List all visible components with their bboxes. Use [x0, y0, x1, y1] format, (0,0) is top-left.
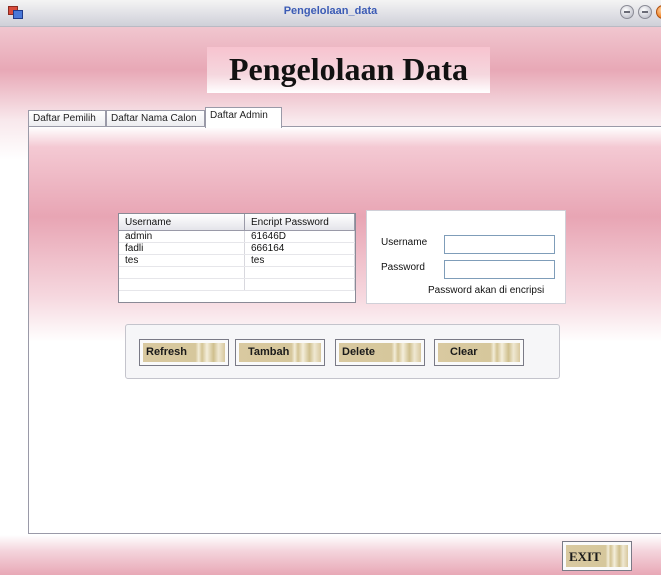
title-bar[interactable]: Pengelolaan_data [0, 0, 661, 27]
table-row[interactable] [119, 266, 355, 279]
cell-username[interactable] [119, 278, 245, 291]
cell-username[interactable]: fadli [119, 242, 245, 255]
page-title: Pengelolaan Data [228, 51, 469, 87]
admin-data-grid[interactable]: Username Encript Password admin 61646D f… [118, 213, 356, 303]
column-header-encript-password[interactable]: Encript Password [244, 214, 355, 231]
refresh-button-label: Refresh [146, 346, 187, 358]
window-title: Pengelolaan_data [283, 5, 378, 17]
clear-button[interactable]: Clear [434, 339, 524, 366]
cell-username[interactable]: admin [119, 230, 245, 243]
cell-password[interactable]: tes [244, 254, 355, 267]
password-hint: Password akan di encripsi [428, 285, 545, 296]
column-header-username[interactable]: Username [119, 214, 245, 231]
tambah-button-label: Tambah [248, 346, 290, 358]
table-header-row: Username Encript Password [119, 214, 355, 231]
cell-password[interactable] [244, 266, 355, 279]
tambah-button[interactable]: Tambah [235, 339, 325, 366]
username-label: Username [381, 237, 428, 248]
minimize-button[interactable] [620, 5, 634, 19]
cell-password[interactable]: 61646D [244, 230, 355, 243]
table-row[interactable]: fadli 666164 [119, 242, 355, 255]
cell-password[interactable]: 666164 [244, 242, 355, 255]
cell-username[interactable] [119, 266, 245, 279]
exit-button-label: EXIT [569, 549, 601, 564]
tab-daftar-admin[interactable]: Daftar Admin [205, 107, 282, 128]
table-row[interactable]: tes tes [119, 254, 355, 267]
maximize-icon [642, 11, 648, 13]
cell-username[interactable]: tes [119, 254, 245, 267]
minimize-icon [624, 11, 630, 13]
app-window: Pengelolaan_data Pengelolaan Data Daftar… [0, 0, 661, 575]
clear-button-label: Clear [450, 346, 478, 358]
cell-password[interactable] [244, 278, 355, 291]
table-row[interactable]: admin 61646D [119, 230, 355, 243]
password-label: Password [381, 262, 425, 273]
delete-button[interactable]: Delete [335, 339, 425, 366]
table-row[interactable] [119, 278, 355, 291]
delete-button-label: Delete [342, 346, 376, 358]
maximize-button[interactable] [638, 5, 652, 19]
tab-daftar-pemilih[interactable]: Daftar Pemilih [28, 110, 106, 127]
exit-button[interactable]: EXIT [562, 541, 632, 571]
page-banner: Pengelolaan Data [207, 47, 490, 93]
password-field[interactable] [444, 260, 555, 279]
action-button-panel: Refresh Tambah Delete Clear [125, 324, 560, 379]
tab-daftar-nama-calon[interactable]: Daftar Nama Calon [106, 110, 205, 127]
admin-form-box: Username Password Password akan di encri… [366, 210, 566, 304]
admin-table: Username Encript Password admin 61646D f… [119, 214, 355, 291]
refresh-button[interactable]: Refresh [139, 339, 229, 366]
username-field[interactable] [444, 235, 555, 254]
